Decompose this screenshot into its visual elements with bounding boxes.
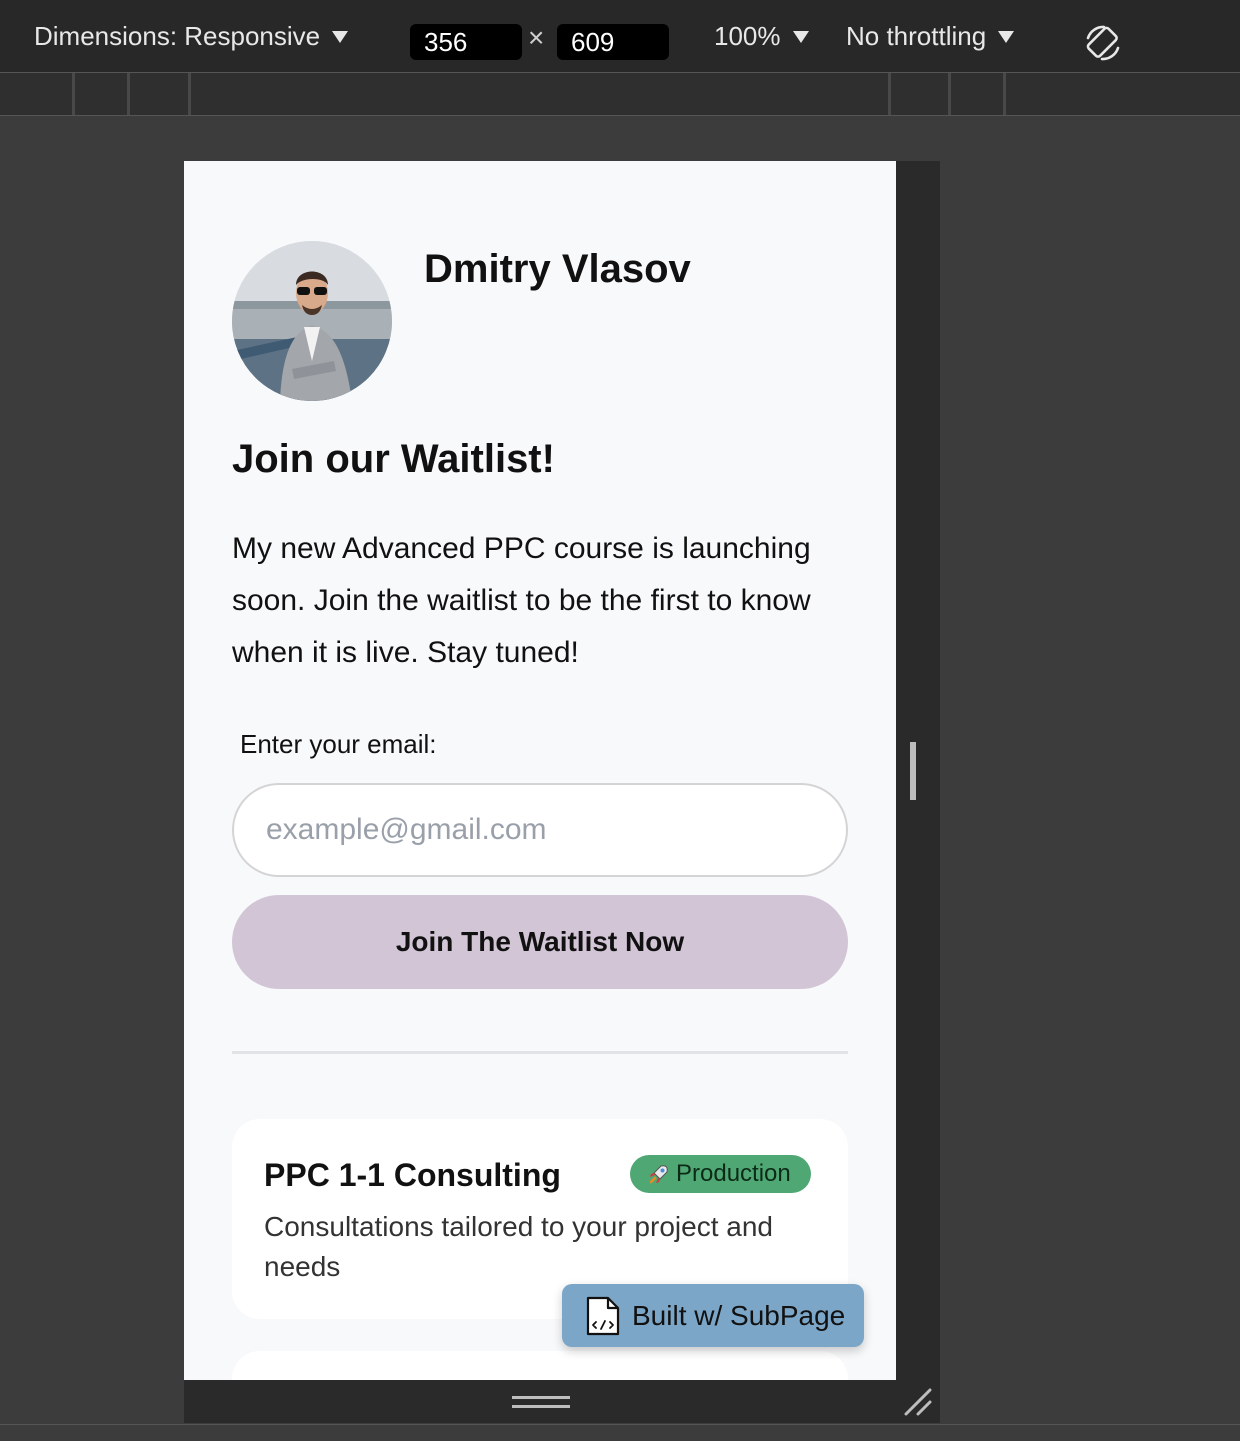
bottom-resize-handle[interactable] bbox=[512, 1396, 570, 1408]
page-title: Join our Waitlist! bbox=[232, 437, 555, 481]
width-input[interactable]: 356 bbox=[410, 24, 522, 60]
service-card[interactable] bbox=[232, 1351, 848, 1380]
ruler-tick bbox=[888, 73, 891, 115]
join-waitlist-button[interactable]: Join The Waitlist Now bbox=[232, 895, 848, 989]
ruler-tick bbox=[1003, 73, 1006, 115]
times-symbol: × bbox=[528, 22, 545, 53]
chevron-down-icon bbox=[998, 31, 1015, 43]
divider bbox=[232, 1051, 848, 1054]
rocket-icon bbox=[649, 1165, 668, 1184]
zoom-label: 100% bbox=[714, 20, 781, 51]
email-field[interactable] bbox=[232, 783, 848, 877]
rotate-icon[interactable] bbox=[1082, 22, 1124, 64]
dimensions-label: Dimensions: Responsive bbox=[34, 20, 321, 51]
corner-resize-icon[interactable] bbox=[900, 1384, 936, 1420]
height-input[interactable]: 609 bbox=[557, 24, 669, 60]
profile-name: Dmitry Vlasov bbox=[424, 247, 691, 291]
dimensions-dropdown[interactable]: Dimensions: Responsive bbox=[34, 0, 349, 72]
status-badge: Production bbox=[630, 1155, 811, 1193]
ruler-tick bbox=[127, 73, 130, 115]
zoom-dropdown[interactable]: 100% bbox=[714, 0, 809, 72]
media-query-ruler bbox=[0, 73, 1240, 116]
status-badge-label: Production bbox=[676, 1160, 791, 1187]
card-title: PPC 1-1 Consulting bbox=[264, 1157, 561, 1193]
avatar bbox=[232, 241, 392, 401]
page-description: My new Advanced PPC course is launching … bbox=[232, 532, 811, 669]
profile-photo bbox=[232, 241, 392, 401]
ruler-tick bbox=[188, 73, 191, 115]
code-file-icon bbox=[586, 1296, 620, 1335]
devtools-toolbar: Dimensions: Responsive 356 × 609 100% No… bbox=[0, 0, 1240, 73]
email-label: Enter your email: bbox=[240, 729, 437, 759]
side-resize-handle[interactable] bbox=[910, 742, 916, 800]
bottom-edge bbox=[0, 1424, 1240, 1441]
ruler-tick bbox=[72, 73, 75, 115]
emulated-viewport: Dmitry Vlasov Join our Waitlist! My new … bbox=[184, 161, 896, 1380]
throttling-label: No throttling bbox=[846, 20, 987, 51]
throttling-dropdown[interactable]: No throttling bbox=[846, 0, 1015, 72]
ruler-tick bbox=[948, 73, 951, 115]
built-with-label: Built w/ SubPage bbox=[632, 1299, 846, 1331]
built-with-subpage-button[interactable]: Built w/ SubPage bbox=[562, 1284, 864, 1347]
card-description: Consultations tailored to your project a… bbox=[264, 1211, 773, 1282]
chevron-down-icon bbox=[792, 31, 809, 43]
chevron-down-icon bbox=[332, 31, 349, 43]
